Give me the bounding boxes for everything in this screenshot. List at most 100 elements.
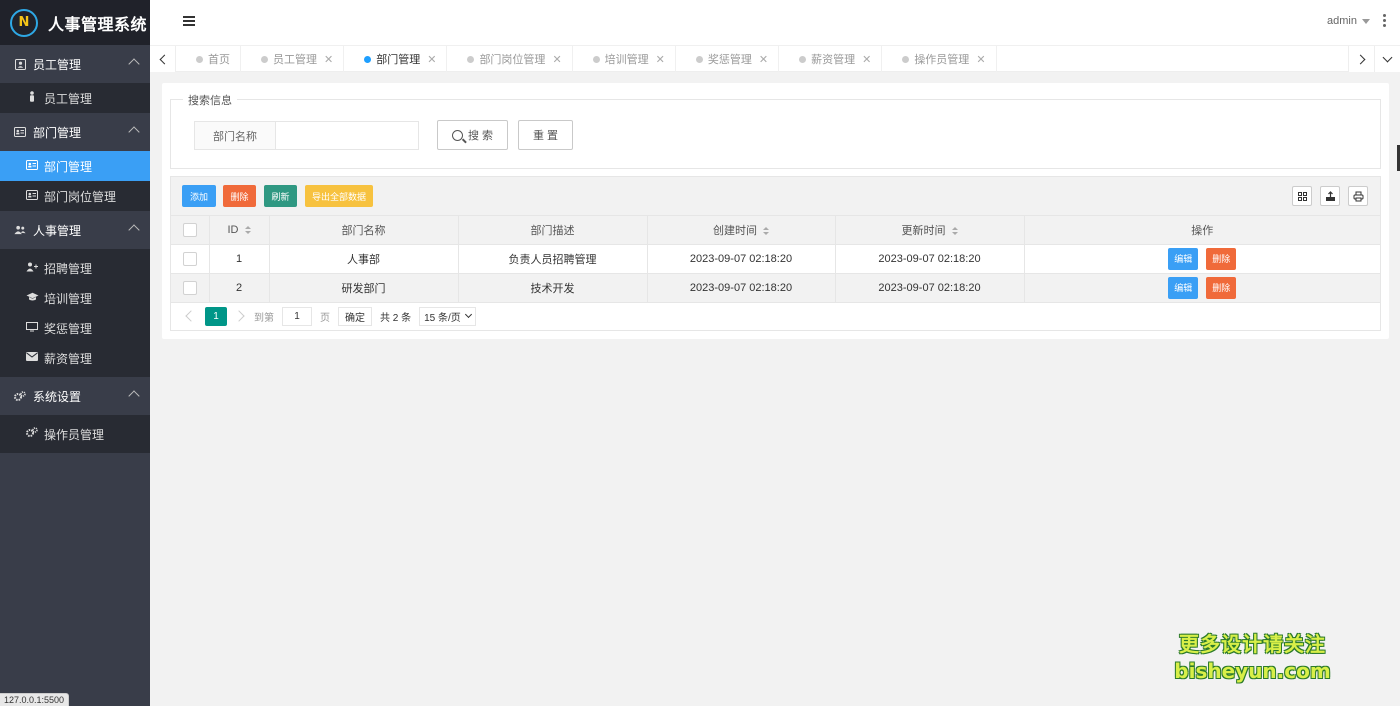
sidebar-item-salary[interactable]: 薪资管理: [0, 343, 150, 373]
delete-button[interactable]: 删除: [223, 185, 256, 207]
close-icon[interactable]: ✕: [862, 53, 871, 66]
table-header-row: ID 部门名称 部门描述 创建时间 更新时间 操作: [171, 215, 1380, 245]
sidebar-group-personnel[interactable]: 人事管理: [0, 211, 150, 249]
columns-filter-icon[interactable]: [1292, 186, 1312, 206]
page-size-select[interactable]: 15 条/页: [419, 306, 476, 326]
column-header-created[interactable]: 创建时间: [646, 215, 836, 245]
row-checkbox[interactable]: [182, 252, 197, 266]
close-icon[interactable]: ✕: [427, 53, 436, 66]
select-all-cell[interactable]: [171, 215, 210, 245]
search-button[interactable]: 搜 索: [437, 120, 508, 150]
refresh-button[interactable]: 刷新: [264, 185, 297, 207]
search-fieldset: 搜索信息 部门名称 搜 索 重 置: [170, 92, 1381, 169]
cell-created: 2023-09-07 02:18:20: [646, 273, 836, 303]
sidebar-group-label: 部门管理: [33, 125, 82, 140]
sort-icon[interactable]: [951, 227, 958, 236]
search-button-label: 搜 索: [467, 130, 494, 142]
sidebar-item-recruit[interactable]: 招聘管理: [0, 253, 150, 283]
sidebar: N 人事管理系统 员工管理 员工管理 部门管理 部门管理 部门岗位管理 人事管理…: [0, 0, 150, 706]
current-page[interactable]: 1: [205, 306, 227, 326]
sidebar-item-reward[interactable]: 奖惩管理: [0, 313, 150, 343]
department-name-label: 部门名称: [194, 121, 276, 150]
next-page-icon[interactable]: [233, 310, 245, 322]
page-unit-label: 页: [320, 312, 330, 324]
prev-page-icon[interactable]: [185, 310, 197, 322]
column-header-id[interactable]: ID: [208, 215, 270, 245]
cell-id: 1: [208, 244, 270, 274]
sidebar-group-employee[interactable]: 员工管理: [0, 45, 150, 83]
tab-training[interactable]: 培训管理 ✕: [573, 46, 676, 72]
chevron-left-icon: [159, 54, 169, 64]
select-all-checkbox[interactable]: [182, 223, 197, 237]
edit-button[interactable]: 编辑: [1168, 248, 1199, 270]
close-icon[interactable]: ✕: [759, 53, 768, 66]
close-icon[interactable]: ✕: [656, 53, 665, 66]
reset-button[interactable]: 重 置: [518, 120, 573, 150]
sidebar-group-department[interactable]: 部门管理: [0, 113, 150, 151]
user-menu[interactable]: admin: [1327, 15, 1370, 27]
sidebar-group-settings[interactable]: 系统设置: [0, 377, 150, 415]
tab-label: 培训管理: [604, 54, 649, 66]
tab-home[interactable]: 首页: [176, 46, 241, 72]
tab-reward[interactable]: 奖惩管理 ✕: [676, 46, 780, 72]
sidebar-item-label: 员工管理: [44, 91, 93, 106]
department-name-input[interactable]: [275, 121, 419, 150]
sidebar-item-employee[interactable]: 员工管理: [0, 83, 150, 113]
goto-confirm-button[interactable]: 确定: [338, 306, 372, 326]
id-card-icon: [14, 58, 26, 70]
app-title: 人事管理系统: [48, 16, 148, 34]
close-icon[interactable]: ✕: [976, 53, 985, 66]
export-all-button[interactable]: 导出全部数据: [305, 185, 373, 207]
sort-icon[interactable]: [244, 226, 251, 235]
tab-salary[interactable]: 薪资管理 ✕: [779, 46, 883, 72]
tabs-dropdown[interactable]: [1374, 46, 1400, 72]
delete-row-button[interactable]: 删除: [1206, 248, 1237, 270]
graduation-cap-icon: [26, 292, 39, 305]
cell-updated: 2023-09-07 02:18:20: [834, 244, 1025, 274]
more-vertical-icon[interactable]: [1383, 14, 1386, 29]
row-select-cell[interactable]: [171, 244, 210, 274]
tab-department-post[interactable]: 部门岗位管理 ✕: [447, 46, 573, 72]
sidebar-item-label: 招聘管理: [44, 261, 93, 276]
sidebar-item-training[interactable]: 培训管理: [0, 283, 150, 313]
sidebar-item-department-post[interactable]: 部门岗位管理: [0, 181, 150, 211]
cell-name: 人事部: [268, 244, 459, 274]
dot-icon: [261, 55, 268, 63]
print-icon[interactable]: [1348, 186, 1368, 206]
close-icon[interactable]: ✕: [324, 53, 333, 66]
chevron-down-icon: [1382, 52, 1393, 62]
tabs-scroll-right[interactable]: [1348, 46, 1374, 72]
tab-label: 奖惩管理: [707, 54, 752, 66]
tabs-scroll-left[interactable]: [150, 46, 176, 72]
table-row: 2 研发部门 技术开发 2023-09-07 02:18:20 2023-09-…: [171, 273, 1380, 303]
dot-icon: [592, 55, 600, 63]
sidebar-submenu: 操作员管理: [0, 415, 150, 453]
sidebar-submenu: 招聘管理 培训管理 奖惩管理 薪资管理: [0, 249, 150, 377]
edit-button[interactable]: 编辑: [1168, 277, 1199, 299]
logo[interactable]: N 人事管理系统: [0, 0, 150, 45]
sidebar-item-label: 部门岗位管理: [44, 189, 117, 204]
tab-operator[interactable]: 操作员管理 ✕: [882, 46, 997, 72]
goto-page-input[interactable]: 1: [282, 306, 312, 326]
tab-employee[interactable]: 员工管理 ✕: [241, 46, 345, 72]
delete-row-button[interactable]: 删除: [1206, 277, 1237, 299]
row-select-cell[interactable]: [171, 273, 210, 303]
sidebar-item-operator[interactable]: 操作员管理: [0, 419, 150, 449]
close-icon[interactable]: ✕: [552, 53, 561, 66]
sort-icon[interactable]: [763, 227, 769, 236]
column-header-updated[interactable]: 更新时间: [834, 215, 1025, 245]
user-plus-icon: [26, 262, 38, 275]
sidebar-group-label: 员工管理: [33, 57, 82, 72]
menu-toggle-icon[interactable]: [183, 16, 195, 26]
watermark-line1: 更多设计请关注: [1179, 632, 1326, 656]
add-button[interactable]: 添加: [182, 185, 216, 207]
sidebar-item-department[interactable]: 部门管理: [0, 151, 150, 181]
content-card: 搜索信息 部门名称 搜 索 重 置 添加 删除 刷新 导出全部数据 ID 部门名…: [162, 83, 1389, 339]
row-checkbox[interactable]: [182, 281, 197, 295]
table-panel: 添加 删除 刷新 导出全部数据 ID 部门名称 部门描述 创建时间 更新时间 操…: [170, 176, 1381, 331]
export-icon[interactable]: [1320, 186, 1340, 206]
users-icon: [14, 224, 26, 236]
tab-department[interactable]: 部门管理 ✕: [344, 46, 448, 72]
cell-name: 研发部门: [268, 273, 459, 303]
logo-icon: N: [10, 8, 38, 37]
